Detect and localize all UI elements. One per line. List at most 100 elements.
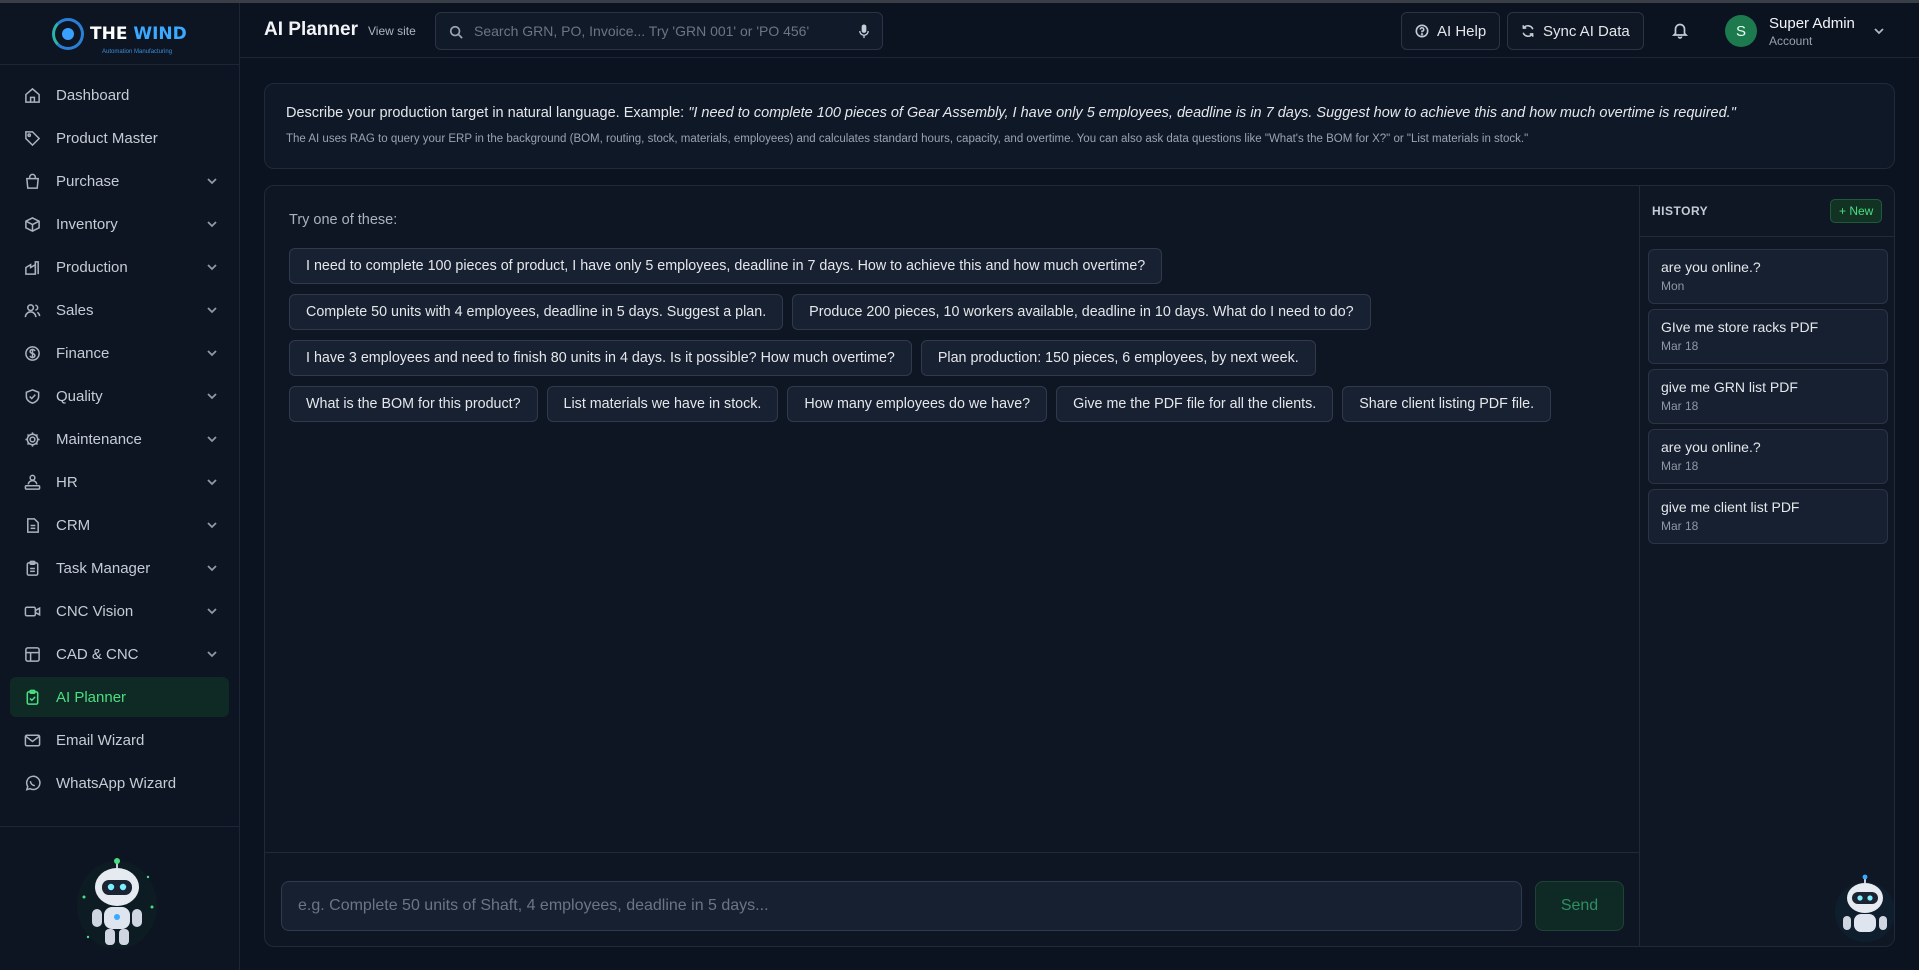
notification-bell-icon[interactable] — [1671, 21, 1689, 39]
chevron-down-icon[interactable] — [205, 561, 219, 575]
sidebar-item-hr[interactable]: HR — [10, 462, 229, 502]
example-prompt: "I need to complete 100 pieces of Gear A… — [688, 105, 1736, 121]
sidebar-item-label: Purchase — [56, 172, 120, 190]
sidebar-footer — [0, 826, 239, 970]
sidebar-item-email-wizard[interactable]: Email Wizard — [10, 720, 229, 760]
top-header: AI Planner View site Search GRN, PO, Inv… — [240, 3, 1919, 58]
ai-assistant-robot-icon[interactable] — [1834, 872, 1896, 944]
clipboard-icon — [26, 560, 39, 576]
sidebar-item-label: Sales — [56, 301, 94, 319]
suggestion-chip[interactable]: Plan production: 150 pieces, 6 employees… — [920, 340, 1316, 376]
microphone-icon[interactable] — [858, 24, 870, 39]
suggestion-chip[interactable]: Give me the PDF file for all the clients… — [1056, 386, 1334, 422]
suggestions-label: Try one of these: — [289, 212, 398, 228]
brand-tagline: Automation Manufacturing — [102, 49, 173, 55]
suggestion-chip[interactable]: I need to complete 100 pieces of product… — [289, 248, 1163, 284]
gear-icon — [25, 431, 40, 447]
sidebar-item-task-manager[interactable]: Task Manager — [10, 548, 229, 588]
chevron-down-icon[interactable] — [1872, 24, 1886, 38]
org-chart-icon — [24, 474, 41, 490]
sidebar-item-inventory[interactable]: Inventory — [10, 204, 229, 244]
history-panel: HISTORY + New are you online.? Mon GIve me… — [1639, 186, 1894, 946]
history-item[interactable]: are you online.? Mar 18 — [1648, 429, 1888, 484]
sidebar-item-label: Email Wizard — [56, 731, 145, 749]
chat-panel: Try one of these: I need to complete 100… — [264, 185, 1895, 947]
message-input[interactable]: e.g. Complete 50 units of Shaft, 4 emplo… — [281, 881, 1522, 931]
history-item[interactable]: give me GRN list PDF Mar 18 — [1648, 369, 1888, 424]
sidebar-item-product-master[interactable]: Product Master — [10, 118, 229, 158]
history-item-date: Mon — [1661, 279, 1685, 293]
sidebar-item-label: WhatsApp Wizard — [56, 774, 177, 792]
chevron-down-icon[interactable] — [205, 604, 219, 618]
view-site-link[interactable]: View site — [368, 24, 416, 38]
history-item[interactable]: give me client list PDF Mar 18 — [1648, 489, 1888, 544]
refresh-icon — [1522, 25, 1534, 37]
users-icon — [24, 303, 41, 317]
sidebar-item-ai-planner[interactable]: AI Planner — [10, 677, 229, 717]
history-item-date: Mar 18 — [1661, 519, 1699, 533]
history-item-date: Mar 18 — [1661, 399, 1699, 413]
divider — [265, 852, 1639, 853]
sync-ai-data-button[interactable]: Sync AI Data — [1507, 12, 1644, 50]
chevron-down-icon[interactable] — [205, 518, 219, 532]
search-input[interactable]: Search GRN, PO, Invoice... Try 'GRN 001'… — [435, 12, 883, 50]
ai-help-label: AI Help — [1437, 22, 1487, 40]
chevron-down-icon[interactable] — [205, 174, 219, 188]
sidebar-item-label: HR — [56, 473, 78, 491]
whatsapp-icon — [25, 775, 41, 791]
instructions-banner: Describe your production target in natur… — [264, 83, 1895, 169]
sidebar-item-crm[interactable]: CRM — [10, 505, 229, 545]
chevron-down-icon[interactable] — [205, 260, 219, 274]
suggestion-chip[interactable]: Produce 200 pieces, 10 workers available… — [792, 294, 1371, 330]
sidebar-item-sales[interactable]: Sales — [10, 290, 229, 330]
ai-help-button[interactable]: AI Help — [1401, 12, 1501, 50]
sidebar-item-whatsapp-wizard[interactable]: WhatsApp Wizard — [10, 763, 229, 803]
suggestion-chip[interactable]: Share client listing PDF file. — [1342, 386, 1552, 422]
sidebar-item-maintenance[interactable]: Maintenance — [10, 419, 229, 459]
logo-icon — [44, 14, 102, 54]
new-chat-button[interactable]: + New — [1830, 199, 1883, 223]
sidebar-item-cad-and-cnc[interactable]: CAD & CNC — [10, 634, 229, 674]
chevron-down-icon[interactable] — [205, 303, 219, 317]
suggestion-chip[interactable]: I have 3 employees and need to finish 80… — [289, 340, 912, 376]
suggestion-chip[interactable]: What is the BOM for this product? — [289, 386, 538, 422]
bag-icon — [25, 173, 40, 189]
history-item-title: GIve me store racks PDF — [1661, 319, 1819, 335]
chevron-down-icon[interactable] — [205, 432, 219, 446]
sidebar-item-dashboard[interactable]: Dashboard — [10, 75, 229, 115]
chevron-down-icon[interactable] — [205, 389, 219, 403]
history-list: are you online.? Mon GIve me store racks P… — [1648, 249, 1888, 549]
factory-icon — [25, 260, 39, 275]
sidebar-item-cnc-vision[interactable]: CNC Vision — [10, 591, 229, 631]
history-item-date: Mar 18 — [1661, 339, 1699, 353]
history-item-title: are you online.? — [1661, 259, 1761, 275]
chevron-down-icon[interactable] — [205, 346, 219, 360]
suggestion-chip[interactable]: List materials we have in stock. — [546, 386, 779, 422]
sidebar-item-finance[interactable]: Finance — [10, 333, 229, 373]
chevron-down-icon[interactable] — [205, 647, 219, 661]
sidebar-item-quality[interactable]: Quality — [10, 376, 229, 416]
chevron-down-icon[interactable] — [205, 475, 219, 489]
suggestion-chip[interactable]: How many employees do we have? — [787, 386, 1048, 422]
history-title: HISTORY — [1652, 204, 1709, 218]
send-button[interactable]: Send — [1535, 881, 1624, 931]
sidebar-item-label: Quality — [56, 387, 103, 405]
history-item[interactable]: are you online.? Mon — [1648, 249, 1888, 304]
brand-logo[interactable]: THE WIND Automation Manufacturing — [0, 3, 239, 65]
suggestion-chip[interactable]: Complete 50 units with 4 employees, dead… — [289, 294, 784, 330]
suggestion-chips: I need to complete 100 pieces of product… — [289, 248, 1589, 432]
user-role: Account — [1769, 34, 1813, 48]
chevron-down-icon[interactable] — [205, 217, 219, 231]
sidebar-item-label: Finance — [56, 344, 110, 362]
sidebar-item-label: CAD & CNC — [56, 645, 139, 663]
sidebar-item-label: AI Planner — [56, 688, 127, 706]
sidebar-item-label: CRM — [56, 516, 91, 534]
sidebar-item-label: CNC Vision — [56, 602, 134, 620]
user-name[interactable]: Super Admin — [1769, 15, 1855, 32]
sidebar-item-purchase[interactable]: Purchase — [10, 161, 229, 201]
user-avatar[interactable]: S — [1725, 15, 1757, 47]
box-icon — [25, 216, 40, 232]
sidebar-item-production[interactable]: Production — [10, 247, 229, 287]
sidebar-item-label: Production — [56, 258, 128, 276]
history-item[interactable]: GIve me store racks PDF Mar 18 — [1648, 309, 1888, 364]
